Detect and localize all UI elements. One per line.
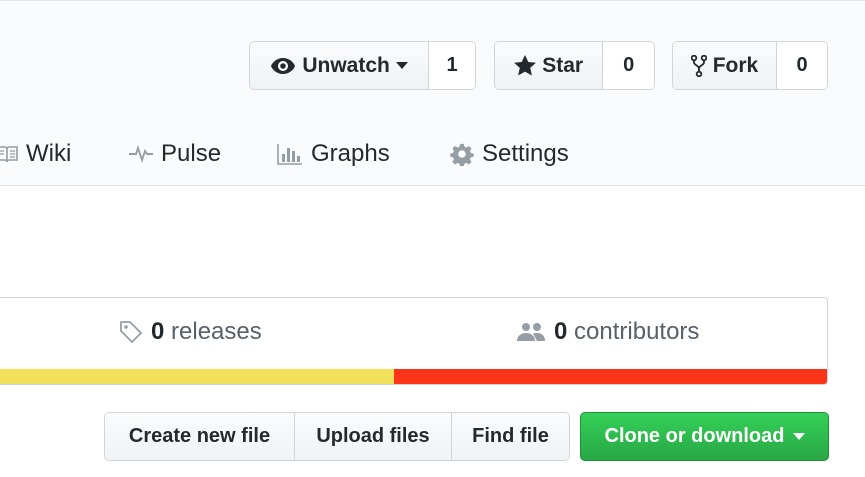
star-button[interactable]: Star — [495, 42, 604, 89]
forks-count[interactable]: 0 — [777, 42, 827, 89]
contributors-label: contributors — [574, 318, 700, 345]
language-bar-segment[interactable] — [394, 369, 827, 384]
repo-header: Unwatch 1 Star 0 Fork 0 Wiki Pulse Graph… — [0, 0, 865, 186]
caret-down-icon — [792, 432, 805, 441]
pulse-icon — [129, 145, 153, 163]
star-label: Star — [542, 53, 584, 77]
caret-down-icon — [395, 61, 408, 70]
file-actions: Create new file Upload files Find file — [104, 412, 570, 461]
fork-icon — [690, 54, 707, 77]
graph-icon — [277, 143, 303, 165]
stars-count[interactable]: 0 — [603, 42, 654, 89]
tab-wiki[interactable]: Wiki — [0, 137, 71, 171]
numbers-summary: 0 releases 0 contributors — [0, 298, 827, 369]
unwatch-button[interactable]: Unwatch — [250, 42, 430, 89]
language-bar-segment[interactable] — [0, 369, 395, 384]
repo-summary: 0 releases 0 contributors — [0, 297, 828, 385]
clone-label: Clone or download — [604, 425, 785, 447]
eye-icon — [270, 57, 296, 75]
book-icon — [0, 145, 18, 163]
releases-link[interactable]: 0 releases — [119, 318, 262, 346]
people-icon — [516, 322, 546, 342]
create-new-file-button[interactable]: Create new file — [105, 413, 295, 460]
clone-or-download-button[interactable]: Clone or download — [580, 412, 829, 461]
fork-button-group: Fork 0 — [672, 41, 828, 90]
tab-pulse[interactable]: Pulse — [129, 137, 221, 171]
tab-pulse-label: Pulse — [161, 140, 222, 167]
tab-settings-label: Settings — [482, 140, 569, 167]
releases-label: releases — [171, 318, 262, 345]
find-file-button[interactable]: Find file — [452, 413, 569, 460]
contributors-count: 0 — [554, 318, 568, 345]
unwatch-label: Unwatch — [302, 53, 390, 77]
watchers-count[interactable]: 1 — [429, 42, 475, 89]
watch-button-group: Unwatch 1 — [249, 41, 476, 90]
language-bar[interactable] — [0, 369, 827, 384]
releases-count: 0 — [151, 318, 165, 345]
star-button-group: Star 0 — [494, 41, 655, 90]
tab-graphs-label: Graphs — [311, 140, 390, 167]
tab-settings[interactable]: Settings — [450, 137, 569, 171]
fork-label: Fork — [712, 53, 759, 77]
star-icon — [514, 55, 537, 76]
contributors-link[interactable]: 0 contributors — [516, 318, 699, 346]
tab-graphs[interactable]: Graphs — [277, 137, 390, 171]
gear-icon — [450, 142, 474, 166]
tag-icon — [119, 320, 143, 344]
upload-files-button[interactable]: Upload files — [295, 413, 452, 460]
tab-wiki-label: Wiki — [26, 140, 72, 167]
fork-button[interactable]: Fork — [673, 42, 777, 89]
